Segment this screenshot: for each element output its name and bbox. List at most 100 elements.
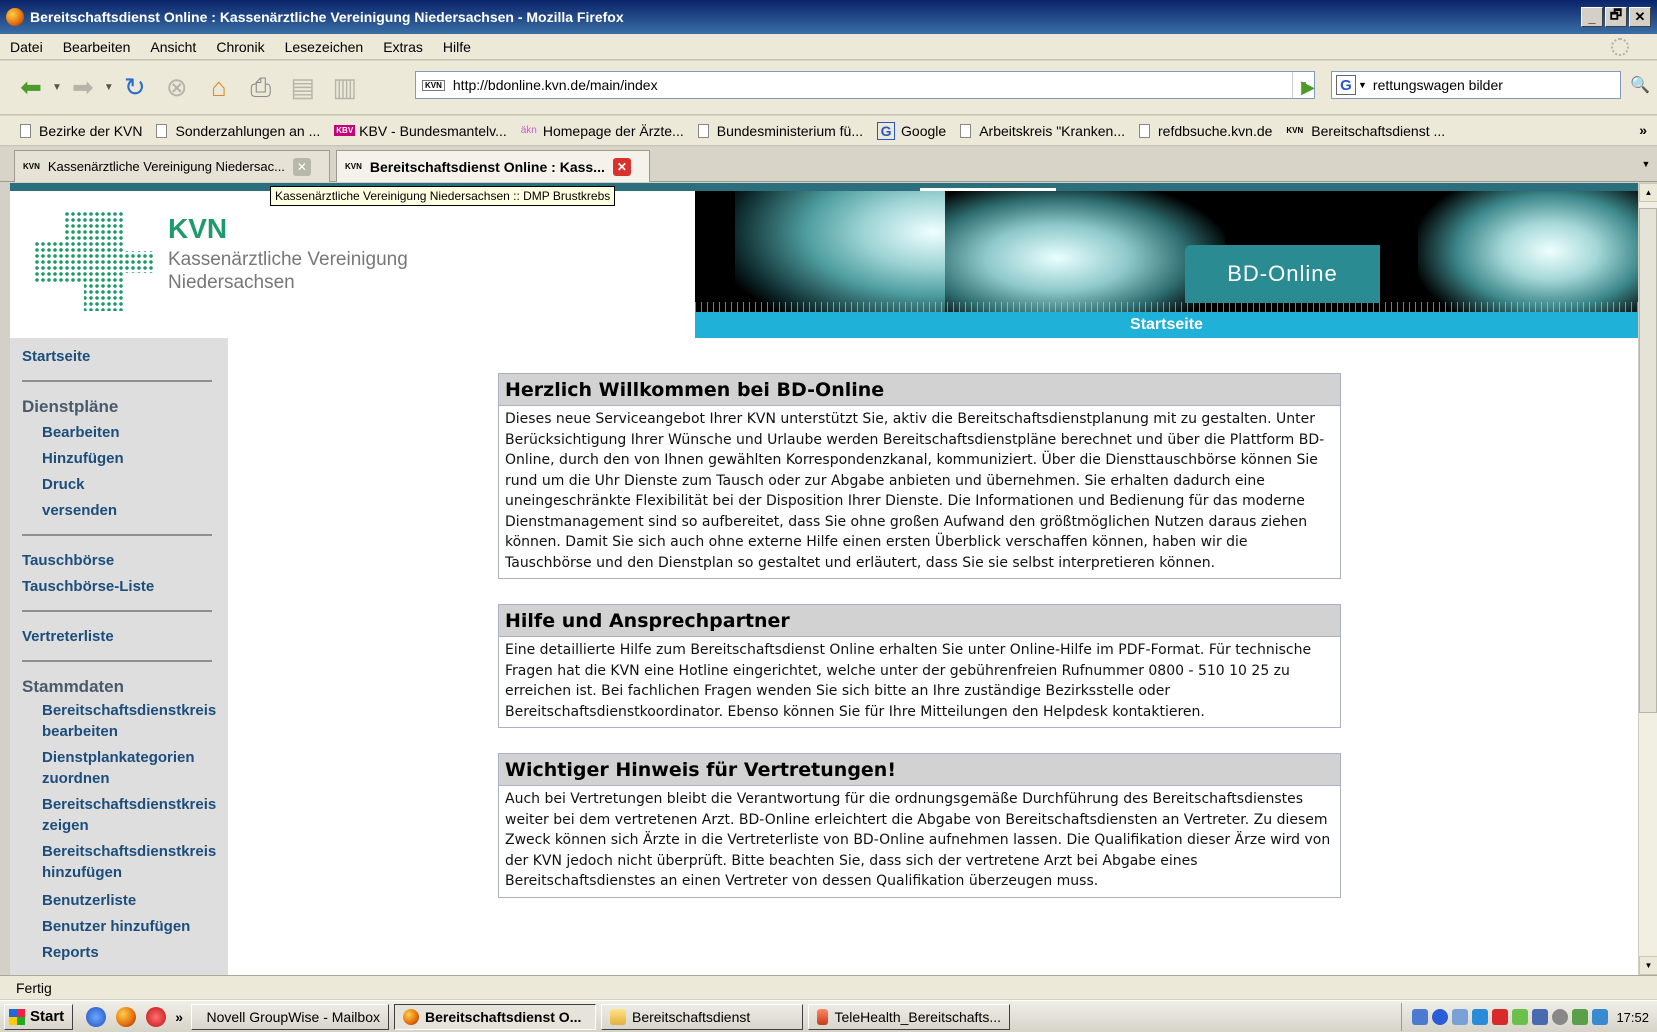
page-icon <box>960 123 972 138</box>
reload-icon[interactable]: ↻ <box>118 71 152 105</box>
sidebar-item-versenden[interactable]: versenden <box>22 498 228 524</box>
bookmark-item[interactable]: Bundesministerium fü... <box>697 123 863 139</box>
sidebar-item-tauschboerse-liste[interactable]: Tauschbörse-Liste <box>22 574 228 600</box>
bookmark-item[interactable]: KBV KBV - Bundesmantelv... <box>334 123 507 139</box>
sidebar-item-reports[interactable]: Reports <box>22 940 228 966</box>
forward-history-dropdown-icon[interactable]: ▼ <box>104 82 114 93</box>
home-icon[interactable]: ⌂ <box>202 71 236 105</box>
sidebar-item-bearbeiten[interactable]: Bearbeiten <box>22 420 228 446</box>
maximize-button[interactable]: 🗗 <box>1605 7 1627 27</box>
taskbar-button-firefox[interactable]: Bereitschaftsdienst O... <box>393 1003 596 1030</box>
monitor-icon[interactable] <box>1532 1009 1549 1025</box>
bookmark-item[interactable]: G Google <box>877 121 946 140</box>
sidebar-item-hinzufuegen[interactable]: Hinzufügen <box>22 446 228 472</box>
scroll-up-icon[interactable]: ▲ <box>1639 183 1657 202</box>
shield-icon[interactable] <box>1512 1009 1529 1025</box>
sidebar-item-tauschboerse[interactable]: Tauschbörse <box>22 548 228 574</box>
sidebar-item-bd-kreis-zeigen[interactable]: Bereitschaftsdienstkreis zeigen <box>22 794 228 836</box>
forward-arrow-icon[interactable]: ➡ <box>66 71 100 105</box>
kbv-icon: KBV <box>334 125 356 136</box>
start-button[interactable]: Start <box>4 1003 74 1030</box>
sidebar-item-startseite[interactable]: Startseite <box>22 344 228 370</box>
bookmark-item[interactable]: Sonderzahlungen an ... <box>156 123 320 139</box>
firefox-icon <box>6 8 24 26</box>
go-arrow-icon[interactable]: ▶ <box>1296 75 1320 99</box>
menu-chronik[interactable]: Chronik <box>216 39 264 55</box>
n-icon[interactable] <box>1492 1009 1509 1025</box>
quicklaunch-more-icon[interactable]: » <box>175 1009 183 1025</box>
kvn-favicon-icon: KVN <box>422 79 445 91</box>
sidebar-item-dienstplankategorien-zuordnen[interactable]: Dienstplankategorien zuordnen <box>22 747 228 789</box>
sidebar-item-bd-kreis-hinzufuegen[interactable]: Bereitschaftsdienstkreis hinzufügen <box>22 841 228 883</box>
bookmark-item[interactable]: KVN Bereitschaftsdienst ... <box>1286 123 1445 139</box>
minimize-button[interactable]: _ <box>1581 7 1603 27</box>
tab-list-dropdown-icon[interactable]: ▼ <box>1635 147 1657 181</box>
header-top-line <box>10 183 1638 191</box>
page-icon <box>697 123 709 138</box>
taskbar-button-telehealth[interactable]: TeleHealth_Bereitschafts... <box>807 1003 1010 1030</box>
menu-datei[interactable]: Datei <box>10 39 43 55</box>
sidebar-section-dienstplaene: Dienstpläne <box>22 397 119 416</box>
bookmark-item[interactable]: Arbeitskreis "Kranken... <box>960 123 1125 139</box>
google-icon: G <box>877 121 896 140</box>
search-engine-dropdown-icon[interactable]: ▼ <box>1358 80 1367 90</box>
kvn-favicon-icon: KVN <box>23 162 40 171</box>
tab-close-icon[interactable]: ✕ <box>612 157 631 176</box>
tab-bereitschaftsdienst[interactable]: KVN Bereitschaftsdienst Online : Kass...… <box>336 150 650 182</box>
sidebar-divider <box>22 380 212 382</box>
acrobat-icon[interactable] <box>146 1006 167 1027</box>
bookmark-item[interactable]: äkn Homepage der Ärzte... <box>521 123 684 139</box>
logo-name: KVN <box>168 213 228 244</box>
internet-explorer-icon[interactable] <box>86 1006 107 1027</box>
page-info-icon[interactable]: ▥ <box>328 71 362 105</box>
google-engine-icon[interactable]: G <box>1336 75 1356 95</box>
sidebar-divider <box>22 610 212 612</box>
wave-icon[interactable] <box>1432 1009 1449 1025</box>
sidebar-item-vertreterliste[interactable]: Vertreterliste <box>22 624 228 650</box>
sidebar-section-stammdaten: Stammdaten <box>22 677 125 696</box>
notice-text: Auch bei Vertretungen bleibt die Verantw… <box>505 791 1331 889</box>
taskbar-button-folder[interactable]: Bereitschaftsdienst <box>600 1003 803 1030</box>
groupwise-tray-icon[interactable] <box>1452 1009 1469 1025</box>
close-window-button[interactable]: ✕ <box>1629 7 1651 27</box>
tab-close-icon[interactable]: ✕ <box>292 157 311 176</box>
menu-bearbeiten[interactable]: Bearbeiten <box>63 39 131 55</box>
network-icon[interactable] <box>1412 1009 1429 1025</box>
sidebar-nav: Startseite Dienstpläne Bearbeiten Hinzuf… <box>10 338 228 975</box>
clock[interactable]: 17:52 <box>1616 1010 1649 1025</box>
tab-kvn[interactable]: KVN Kassenärztliche Vereinigung Niedersa… <box>14 150 330 182</box>
taskbar-button-groupwise[interactable]: Novell GroupWise - Mailbox <box>190 1003 389 1030</box>
bookmark-item[interactable]: refdbsuche.kvn.de <box>1139 123 1272 139</box>
url-text[interactable]: http://bdonline.kvn.de/main/index <box>453 77 658 93</box>
usb-icon[interactable] <box>1592 1009 1609 1025</box>
back-arrow-icon[interactable]: ⬅ <box>14 71 48 105</box>
sidebar-item-benutzer-hinzufuegen[interactable]: Benutzer hinzufügen <box>22 914 228 940</box>
bookmark-page-icon[interactable]: ▤ <box>286 71 320 105</box>
sidebar-divider <box>22 534 212 536</box>
sidebar-divider <box>22 660 212 662</box>
scroll-thumb[interactable] <box>1639 208 1657 713</box>
bookmark-item[interactable]: Bezirke der KVN <box>20 123 142 139</box>
menu-hilfe[interactable]: Hilfe <box>443 39 471 55</box>
search-input[interactable]: rettungswagen bilder <box>1373 77 1503 93</box>
url-bar[interactable]: KVN http://bdonline.kvn.de/main/index ▼ <box>415 71 1315 99</box>
print-icon[interactable]: ⎙ <box>244 71 278 105</box>
z-icon[interactable] <box>1472 1009 1489 1025</box>
menu-ansicht[interactable]: Ansicht <box>150 39 196 55</box>
welcome-box: Herzlich Willkommen bei BD-Online Dieses… <box>498 373 1341 579</box>
scroll-down-icon[interactable]: ▼ <box>1639 956 1657 975</box>
back-history-dropdown-icon[interactable]: ▼ <box>52 82 62 93</box>
sidebar-item-druck[interactable]: Druck <box>22 472 228 498</box>
stop-icon[interactable]: ⊗ <box>160 71 194 105</box>
sidebar-item-benutzerliste[interactable]: Benutzerliste <box>22 888 228 914</box>
menu-lesezeichen[interactable]: Lesezeichen <box>285 39 364 55</box>
vertical-scrollbar[interactable]: ▲ ▼ <box>1638 183 1657 975</box>
search-bar[interactable]: G ▼ rettungswagen bilder <box>1331 71 1621 99</box>
clock-tray-icon[interactable] <box>1552 1009 1569 1025</box>
sidebar-item-bd-kreis-bearbeiten[interactable]: Bereitschaftsdienstkreis bearbeiten <box>22 700 228 742</box>
antivirus-icon[interactable] <box>1572 1009 1589 1025</box>
firefox-quicklaunch-icon[interactable] <box>116 1006 137 1027</box>
menu-extras[interactable]: Extras <box>383 39 423 55</box>
bookmarks-overflow-chevron-icon[interactable]: » <box>1639 122 1647 138</box>
search-magnifier-icon[interactable]: 🔍 <box>1627 73 1653 97</box>
